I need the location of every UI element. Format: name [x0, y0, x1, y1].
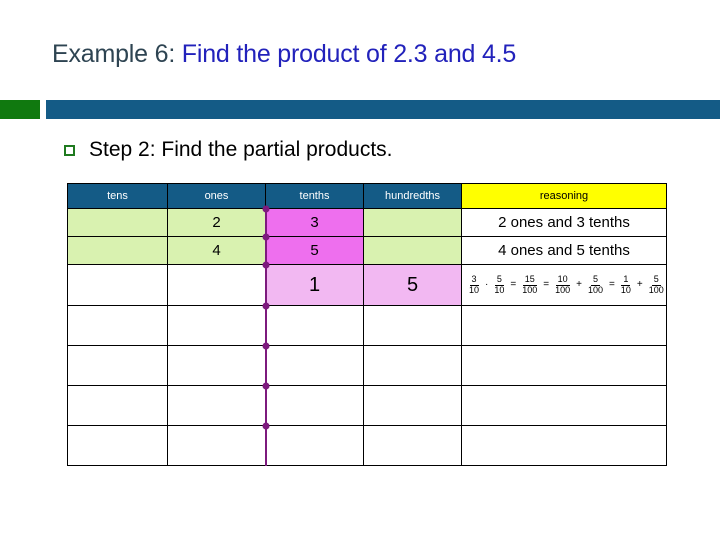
- table-row-blank: [67, 425, 667, 466]
- step-instruction-label: Step 2: Find the partial products.: [89, 138, 393, 161]
- page-title-prefix: Example 6:: [52, 40, 176, 68]
- cell-reasoning-equation: 3 10 · 5 10 = 15 100 = 10 100 + 5 100 = …: [461, 264, 667, 306]
- cell-ones: [167, 264, 266, 306]
- fraction-equation: 3 10 · 5 10 = 15 100 = 10 100 + 5 100 = …: [462, 274, 666, 295]
- accent-bar-green: [0, 100, 40, 119]
- denominator: 100: [587, 284, 603, 295]
- cell-tenths: [265, 345, 364, 386]
- cell-ones: 4: [167, 236, 266, 265]
- table-row-blank: [67, 385, 667, 426]
- fraction-1: 3 10: [467, 274, 481, 295]
- operator-equals-2: =: [543, 279, 550, 290]
- place-value-table: tens ones tenths hundredths reasoning 2 …: [67, 183, 667, 466]
- cell-ones: 2: [167, 208, 266, 237]
- fraction-2: 5 10: [492, 274, 506, 295]
- table-row-blank: [67, 305, 667, 346]
- numerator: 10: [555, 274, 570, 286]
- table-row: 2 3 2 ones and 3 tenths: [67, 208, 667, 237]
- fraction-3: 15 100: [520, 274, 539, 295]
- cell-tens: [67, 236, 168, 265]
- step-instruction: Step 2: Find the partial products.: [64, 138, 393, 162]
- cell-hundredths: [363, 345, 462, 386]
- cell-tens: [67, 208, 168, 237]
- cell-tens: [67, 425, 168, 466]
- numerator: 5: [494, 274, 504, 286]
- fraction-6: 1 10: [619, 274, 633, 295]
- operator-equals-1: =: [510, 279, 517, 290]
- denominator: 100: [648, 284, 664, 295]
- numerator: 15: [522, 274, 537, 286]
- cell-tenths: [265, 425, 364, 466]
- fraction-7: 5 100: [647, 274, 666, 295]
- cell-ones: [167, 385, 266, 426]
- table-header-row: tens ones tenths hundredths reasoning: [67, 183, 667, 209]
- denominator: 100: [522, 284, 538, 295]
- cell-reasoning: [461, 305, 667, 346]
- cell-tens: [67, 345, 168, 386]
- cell-reasoning: [461, 385, 667, 426]
- operator-multiply: ·: [485, 279, 489, 290]
- operator-plus-1: +: [576, 279, 582, 290]
- cell-reasoning: [461, 345, 667, 386]
- table-row: 4 5 4 ones and 5 tenths: [67, 236, 667, 265]
- cell-reasoning: [461, 425, 667, 466]
- cell-tenths: 1: [265, 264, 364, 306]
- denominator: 10: [469, 284, 480, 295]
- cell-ones: [167, 425, 266, 466]
- header-hundredths: hundredths: [363, 183, 462, 209]
- cell-tens: [67, 305, 168, 346]
- fraction-5: 5 100: [586, 274, 605, 295]
- page-title-main: Find the product of 2.3 and 4.5: [175, 40, 517, 68]
- numerator: 5: [590, 274, 600, 286]
- cell-tens: [67, 264, 168, 306]
- cell-reasoning: 2 ones and 3 tenths: [461, 208, 667, 237]
- denominator: 10: [620, 284, 631, 295]
- cell-hundredths: 5: [363, 264, 462, 306]
- cell-hundredths: [363, 305, 462, 346]
- cell-ones: [167, 345, 266, 386]
- operator-equals-3: =: [609, 279, 615, 290]
- fraction-4: 10 100: [553, 274, 572, 295]
- denominator: 100: [555, 284, 571, 295]
- numerator: 1: [621, 274, 631, 286]
- header-tenths: tenths: [265, 183, 364, 209]
- operator-plus-2: +: [636, 279, 643, 290]
- cell-hundredths: [363, 208, 462, 237]
- header-reasoning: reasoning: [461, 183, 667, 209]
- accent-bar-blue: [46, 100, 720, 119]
- cell-tens: [67, 385, 168, 426]
- cell-ones: [167, 305, 266, 346]
- cell-hundredths: [363, 385, 462, 426]
- cell-tenths: [265, 305, 364, 346]
- header-tens: tens: [67, 183, 168, 209]
- cell-hundredths: [363, 236, 462, 265]
- cell-tenths: [265, 385, 364, 426]
- cell-reasoning: 4 ones and 5 tenths: [461, 236, 667, 265]
- table-row-blank: [67, 345, 667, 386]
- square-bullet-icon: [64, 144, 75, 156]
- header-ones: ones: [167, 183, 266, 209]
- numerator: 3: [469, 274, 479, 286]
- cell-tenths: 5: [265, 236, 364, 265]
- numerator: 5: [651, 274, 661, 286]
- cell-hundredths: [363, 425, 462, 466]
- table-row-partial-product: 1 5 3 10 · 5 10 = 15 100 = 10 100 + 5 10…: [67, 264, 667, 306]
- cell-tenths: 3: [265, 208, 364, 237]
- denominator: 10: [494, 284, 505, 295]
- page-title: Example 6: Find the product of 2.3 and 4…: [52, 40, 692, 69]
